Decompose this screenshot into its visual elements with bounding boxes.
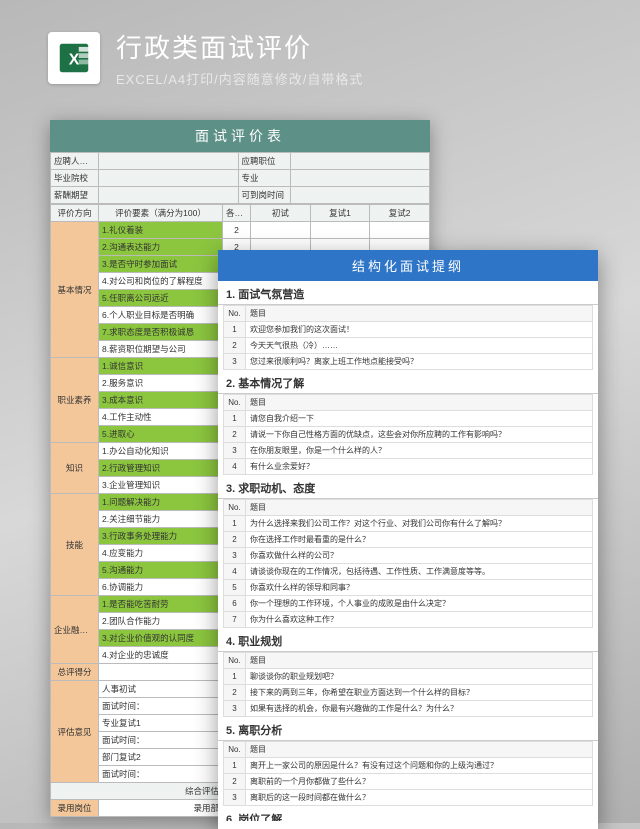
info-row: 应聘人姓名应聘职位 <box>51 153 430 170</box>
section-heading: 6. 岗位了解 <box>218 806 598 821</box>
info-row: 毕业院校专业 <box>51 170 430 187</box>
sheet2-body: 1. 面试气氛营造No.题目1欢迎您参加我们的这次面试！2今天天气很热（冷）……… <box>218 281 598 821</box>
question-row: 2请说一下你自己性格方面的优缺点，这些会对你所应聘的工作有影响吗？ <box>224 427 593 443</box>
question-row: 3在你朋友眼里，你是一个什么样的人？ <box>224 443 593 459</box>
question-row: 7你为什么喜欢这种工作？ <box>224 612 593 628</box>
sheet1-info-block: 应聘人姓名应聘职位毕业院校专业薪酬期望可到岗时间 <box>50 152 430 204</box>
question-row: 2接下来的两到三年，你希望在职业方面达到一个什么样的目标？ <box>224 685 593 701</box>
question-row: 1为什么选择来我们公司工作？对这个行业、对我们公司你有什么了解吗？ <box>224 516 593 532</box>
question-row: 4请谈谈你现在的工作情况，包括待遇、工作性质、工作满意度等等。 <box>224 564 593 580</box>
question-row: 2你在选择工作时最看重的是什么？ <box>224 532 593 548</box>
page-header: X 行政类面试评价 EXCEL/A4打印/内容随意修改/自带格式 <box>0 0 640 88</box>
question-row: 1离开上一家公司的原因是什么？有没有过这个问题和你的上级沟通过？ <box>224 758 593 774</box>
question-row: 4有什么业余爱好？ <box>224 459 593 475</box>
section-heading: 2. 基本情况了解 <box>218 370 598 394</box>
info-row: 薪酬期望可到岗时间 <box>51 187 430 204</box>
sheet1-title: 面试评价表 <box>50 120 430 152</box>
question-row: 1欢迎您参加我们的这次面试！ <box>224 322 593 338</box>
page-subtitle: EXCEL/A4打印/内容随意修改/自带格式 <box>116 69 363 88</box>
question-row: 3您过来很顺利吗？离家上班工作地点能接受吗？ <box>224 354 593 370</box>
question-row: 2今天天气很热（冷）…… <box>224 338 593 354</box>
question-row: 2离职前的一个月你都做了些什么？ <box>224 774 593 790</box>
question-row: 1聊谈谈你的职业规划吧？ <box>224 669 593 685</box>
page-title: 行政类面试评价 <box>116 28 363 65</box>
question-table: No.题目1请您自我介绍一下2请说一下你自己性格方面的优缺点，这些会对你所应聘的… <box>223 394 593 475</box>
svg-text:X: X <box>69 51 80 68</box>
question-row: 3你喜欢做什么样的公司？ <box>224 548 593 564</box>
section-heading: 3. 求职动机、态度 <box>218 475 598 499</box>
question-table: No.题目1离开上一家公司的原因是什么？有没有过这个问题和你的上级沟通过？2离职… <box>223 741 593 806</box>
question-row: 3离职后的这一段时间都在做什么？ <box>224 790 593 806</box>
question-table: No.题目1欢迎您参加我们的这次面试！2今天天气很热（冷）……3您过来很顺利吗？… <box>223 305 593 370</box>
criteria-row: 基本情况1.礼仪着装2 <box>51 222 430 239</box>
excel-icon: X <box>48 32 100 84</box>
question-table: No.题目1为什么选择来我们公司工作？对这个行业、对我们公司你有什么了解吗？2你… <box>223 499 593 628</box>
sheet1-columns: 评价方向评价要素（满分为100）各要素分值初试复试1复试2 <box>51 205 430 222</box>
question-row: 3如果有选择的机会，你最有兴趣做的工作是什么？为什么？ <box>224 701 593 717</box>
section-heading: 1. 面试气氛营造 <box>218 281 598 305</box>
question-row: 1请您自我介绍一下 <box>224 411 593 427</box>
question-row: 6你一个理想的工作环境，个人事业的成败是由什么决定？ <box>224 596 593 612</box>
sheet-outline: 结构化面试提纲 1. 面试气氛营造No.题目1欢迎您参加我们的这次面试！2今天天… <box>218 250 598 829</box>
sheet2-title: 结构化面试提纲 <box>218 250 598 281</box>
question-table: No.题目1聊谈谈你的职业规划吧？2接下来的两到三年，你希望在职业方面达到一个什… <box>223 652 593 717</box>
section-heading: 5. 离职分析 <box>218 717 598 741</box>
question-row: 5你喜欢什么样的领导和同事？ <box>224 580 593 596</box>
section-heading: 4. 职业规划 <box>218 628 598 652</box>
